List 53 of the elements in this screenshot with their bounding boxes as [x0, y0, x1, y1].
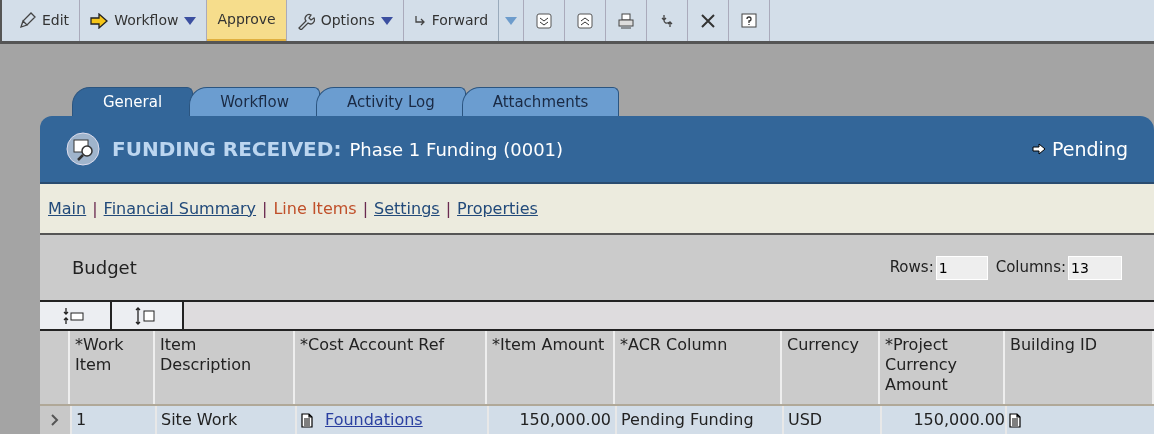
arrow-right-icon	[90, 12, 109, 29]
nav-link[interactable]: Properties	[457, 196, 538, 221]
nav-link[interactable]: Main	[48, 196, 87, 221]
tab[interactable]: Activity Log	[316, 87, 466, 116]
wrench-icon	[296, 11, 315, 30]
nav-separator: |	[362, 197, 369, 220]
print-icon	[617, 11, 636, 30]
nav-link[interactable]: Settings	[374, 196, 440, 221]
toolbar-button[interactable]: Approve	[207, 0, 286, 41]
document-icon	[301, 412, 313, 428]
columns-field[interactable]: 13	[1068, 255, 1122, 280]
tab[interactable]: General	[72, 87, 194, 116]
record-type: FUNDING RECEIVED:	[112, 136, 342, 163]
document-icon	[1009, 413, 1021, 428]
expand-up-icon	[576, 11, 595, 30]
caret-icon	[184, 16, 197, 25]
table-cell-text: 150,000.00	[913, 409, 1005, 431]
help-icon	[740, 11, 759, 30]
nav-separator: |	[445, 197, 452, 220]
search-document-icon	[66, 132, 100, 166]
menu-button[interactable]: Workflow	[80, 0, 207, 41]
tab[interactable]: Workflow	[189, 87, 320, 116]
rows-label: Rows:	[889, 257, 934, 279]
toolbar-button[interactable]: Edit	[8, 0, 80, 41]
close-icon	[699, 11, 718, 30]
table-row[interactable]: 1 Site Work Foundations 150,000.00 Pending Funding USD 150,000.00	[40, 404, 1154, 434]
table-cell-text: Pending Funding	[621, 409, 754, 431]
table-cell-text: 150,000.00	[519, 409, 611, 431]
toolbar-button[interactable]: Forward	[403, 0, 499, 41]
record-title: Phase 1 Funding (0001)	[349, 137, 564, 162]
nav-separator: |	[92, 197, 98, 220]
forward-arrow-icon	[413, 14, 426, 27]
budget-title: Budget	[72, 256, 137, 280]
expand-down-icon	[535, 11, 554, 30]
toolbar-button[interactable]	[40, 302, 112, 329]
rows-field[interactable]: 1	[935, 255, 988, 280]
caret-icon	[380, 16, 393, 25]
pencil-icon	[18, 11, 36, 30]
table-cell-text: 1	[76, 409, 87, 431]
cost-account-link[interactable]: Foundations	[325, 408, 423, 432]
status-text: Pending	[1052, 136, 1128, 162]
nav-separator: |	[262, 197, 268, 220]
toolbar-button[interactable]	[112, 302, 184, 329]
columns-label: Columns:	[995, 257, 1066, 279]
row-pointer-icon	[51, 414, 59, 426]
arrow-right-icon	[1032, 143, 1047, 155]
table-cell-text: Site Work	[161, 409, 238, 431]
table-cell-text: USD	[788, 409, 823, 431]
nav-link[interactable]: Line Items	[273, 196, 357, 221]
caret-icon	[505, 16, 518, 25]
tab[interactable]: Attachments	[461, 87, 620, 116]
nav-link[interactable]: Financial Summary	[103, 196, 257, 221]
menu-button[interactable]: Options	[286, 0, 403, 41]
